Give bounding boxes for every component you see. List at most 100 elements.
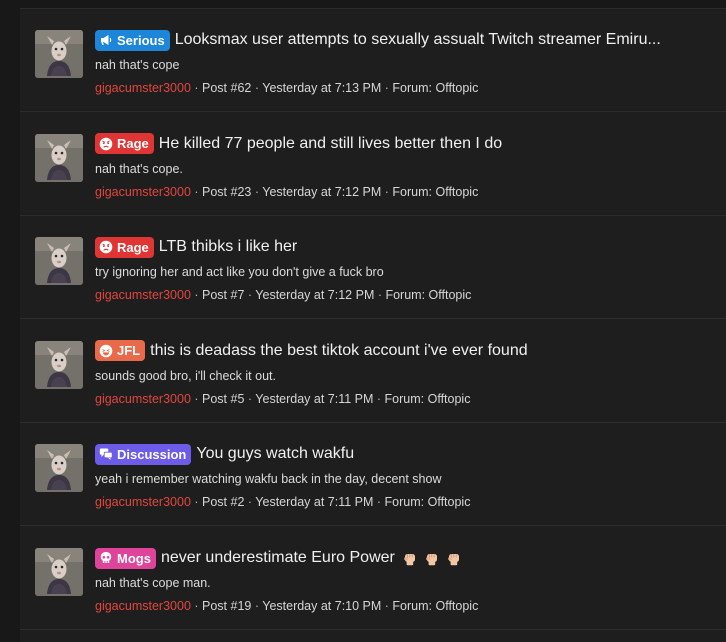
post-time[interactable]: Yesterday at 7:11 PM xyxy=(255,392,373,406)
result-content: Serious Looksmax user attempts to sexuall… xyxy=(95,28,716,97)
username-link[interactable]: gigacumster3000 xyxy=(95,185,191,199)
thread-title-link[interactable]: You guys watch wakfu xyxy=(196,445,354,463)
prefix-badge-label: JFL xyxy=(117,343,141,359)
result-title-line: Mogs never underestimate Euro Power xyxy=(95,546,716,570)
result-meta: gigacumster3000 · Post #2 · Yesterday at… xyxy=(95,494,716,511)
meta-separator: · xyxy=(373,495,385,510)
thread-title-link[interactable]: this is deadass the best tiktok account … xyxy=(150,342,528,360)
username-link[interactable]: gigacumster3000 xyxy=(95,288,191,302)
search-result-item[interactable]: Rage LTB thibks i like her try ignoring he… xyxy=(20,216,726,320)
meta-separator: · xyxy=(251,81,263,95)
post-time[interactable]: Yesterday at 7:10 PM xyxy=(262,599,381,613)
prefix-badge[interactable]: Mogs xyxy=(95,547,156,569)
prefix-badge[interactable]: Rage xyxy=(95,133,154,155)
post-time[interactable]: Yesterday at 7:12 PM xyxy=(262,185,381,199)
result-meta: gigacumster3000 · Post #19 · Yesterday a… xyxy=(95,598,716,615)
meta-separator: · xyxy=(190,599,203,613)
post-time[interactable]: Yesterday at 7:12 PM xyxy=(255,288,374,302)
avatar[interactable] xyxy=(35,340,83,389)
username-link[interactable]: gigacumster3000 xyxy=(95,495,191,509)
skull-icon xyxy=(99,551,113,565)
result-meta: gigacumster3000 · Post #7 · Yesterday at… xyxy=(95,287,716,304)
forum-link[interactable]: Forum: Offtopic xyxy=(392,81,478,95)
forum-link[interactable]: Forum: Offtopic xyxy=(385,392,471,406)
thread-title-link[interactable]: LTB thibks i like her xyxy=(159,238,297,256)
result-meta: gigacumster3000 · Post #5 · Yesterday at… xyxy=(95,391,716,408)
prefix-badge-label: Rage xyxy=(117,239,149,255)
thread-title-link[interactable]: Looksmax user attempts to sexually assua… xyxy=(175,31,661,49)
forum-link[interactable]: Forum: Offtopic xyxy=(392,599,478,613)
post-number-link[interactable]: Post #2 xyxy=(202,495,244,509)
forum-link[interactable]: Forum: Offtopic xyxy=(385,288,471,302)
meta-separator: · xyxy=(381,184,393,199)
post-snippet: nah that's cope xyxy=(95,58,180,72)
chat-bubbles-icon xyxy=(99,447,113,461)
avatar[interactable] xyxy=(35,548,83,596)
search-results-page: Serious Looksmax user attempts to sexuall… xyxy=(0,0,726,642)
post-snippet: nah that's cope. xyxy=(95,161,183,176)
post-snippet: try ignoring her and act like you don't … xyxy=(95,265,384,280)
username-link[interactable]: gigacumster3000 xyxy=(95,599,191,613)
laughing-face-icon xyxy=(99,344,113,358)
meta-separator: · xyxy=(251,184,263,199)
result-content: Discussion You guys watch wakfu yeah i rem… xyxy=(95,442,716,511)
username-link[interactable]: gigacumster3000 xyxy=(95,81,191,95)
prefix-badge[interactable]: JFL xyxy=(95,340,146,362)
post-time[interactable]: Yesterday at 7:13 PM xyxy=(262,81,381,95)
post-number-link[interactable]: Post #5 xyxy=(202,392,244,406)
post-snippet: nah that's cope man. xyxy=(95,576,211,590)
prefix-badge[interactable]: Serious xyxy=(95,29,170,51)
avatar[interactable] xyxy=(35,30,83,78)
meta-separator: · xyxy=(244,391,256,406)
forum-link[interactable]: Forum: Offtopic xyxy=(392,185,478,199)
search-result-item[interactable]: Rage He killed 77 people and still lives … xyxy=(20,113,726,216)
post-number-link[interactable]: Post #19 xyxy=(202,599,251,613)
prefix-badge[interactable]: Discussion xyxy=(95,443,192,465)
meta-separator: · xyxy=(190,184,203,199)
result-title-line: JFL this is deadass the best tiktok accou… xyxy=(95,339,716,363)
result-meta: gigacumster3000 · Post #23 · Yesterday a… xyxy=(95,184,716,201)
search-result-item[interactable]: Serious Looksmax user attempts to sexuall… xyxy=(20,9,726,112)
meta-separator: · xyxy=(190,391,203,406)
avatar[interactable] xyxy=(35,444,83,493)
meta-separator: · xyxy=(190,288,203,303)
thread-title-link[interactable]: He killed 77 people and still lives bett… xyxy=(159,135,502,153)
result-title-line: Rage He killed 77 people and still lives … xyxy=(95,132,716,156)
post-time[interactable]: Yesterday at 7:11 PM xyxy=(255,495,373,509)
result-content: Mogs never underestimate Euro Power nah th… xyxy=(95,546,716,615)
megaphone-icon xyxy=(99,33,113,47)
avatar[interactable] xyxy=(35,237,83,286)
result-title-line: Discussion You guys watch wakfu xyxy=(95,442,716,466)
prefix-badge-label: Rage xyxy=(117,136,149,152)
meta-separator: · xyxy=(374,288,386,303)
search-results-list: Serious Looksmax user attempts to sexuall… xyxy=(20,8,726,642)
meta-separator: · xyxy=(190,495,203,510)
prefix-badge-label: Mogs xyxy=(117,550,151,566)
post-number-link[interactable]: Post #62 xyxy=(202,81,251,95)
post-number-link[interactable]: Post #23 xyxy=(202,185,251,199)
search-result-item[interactable]: JFL this is deadass the best tiktok accou… xyxy=(20,320,726,423)
post-snippet: yeah i remember watching wakfu back in t… xyxy=(95,472,442,487)
prefix-badge-label: Serious xyxy=(117,32,165,48)
thread-title-link[interactable]: never underestimate Euro Power xyxy=(161,549,395,567)
meta-separator: · xyxy=(244,288,256,303)
forum-link[interactable]: Forum: Offtopic xyxy=(385,495,471,509)
raised-fist-icon xyxy=(403,551,417,566)
meta-separator: · xyxy=(244,495,256,510)
search-result-item[interactable]: Mogs never underestimate Euro Power nah th… xyxy=(20,527,726,630)
result-title-line: Rage LTB thibks i like her xyxy=(95,235,716,259)
meta-separator: · xyxy=(251,599,263,613)
search-result-item[interactable]: Discussion You guys watch wakfu yeah i rem… xyxy=(20,423,726,527)
username-link[interactable]: gigacumster3000 xyxy=(95,392,191,406)
result-meta: gigacumster3000 · Post #62 · Yesterday a… xyxy=(95,80,716,97)
raised-fist-icon xyxy=(447,551,461,566)
angry-face-icon xyxy=(99,137,113,151)
meta-separator: · xyxy=(190,81,203,95)
post-number-link[interactable]: Post #7 xyxy=(202,288,244,302)
result-content: Rage LTB thibks i like her try ignoring he… xyxy=(95,235,716,304)
meta-separator: · xyxy=(381,599,393,613)
prefix-badge[interactable]: Rage xyxy=(95,236,154,258)
meta-separator: · xyxy=(373,391,385,406)
raised-fist-icon xyxy=(425,551,439,566)
avatar[interactable] xyxy=(35,133,83,182)
